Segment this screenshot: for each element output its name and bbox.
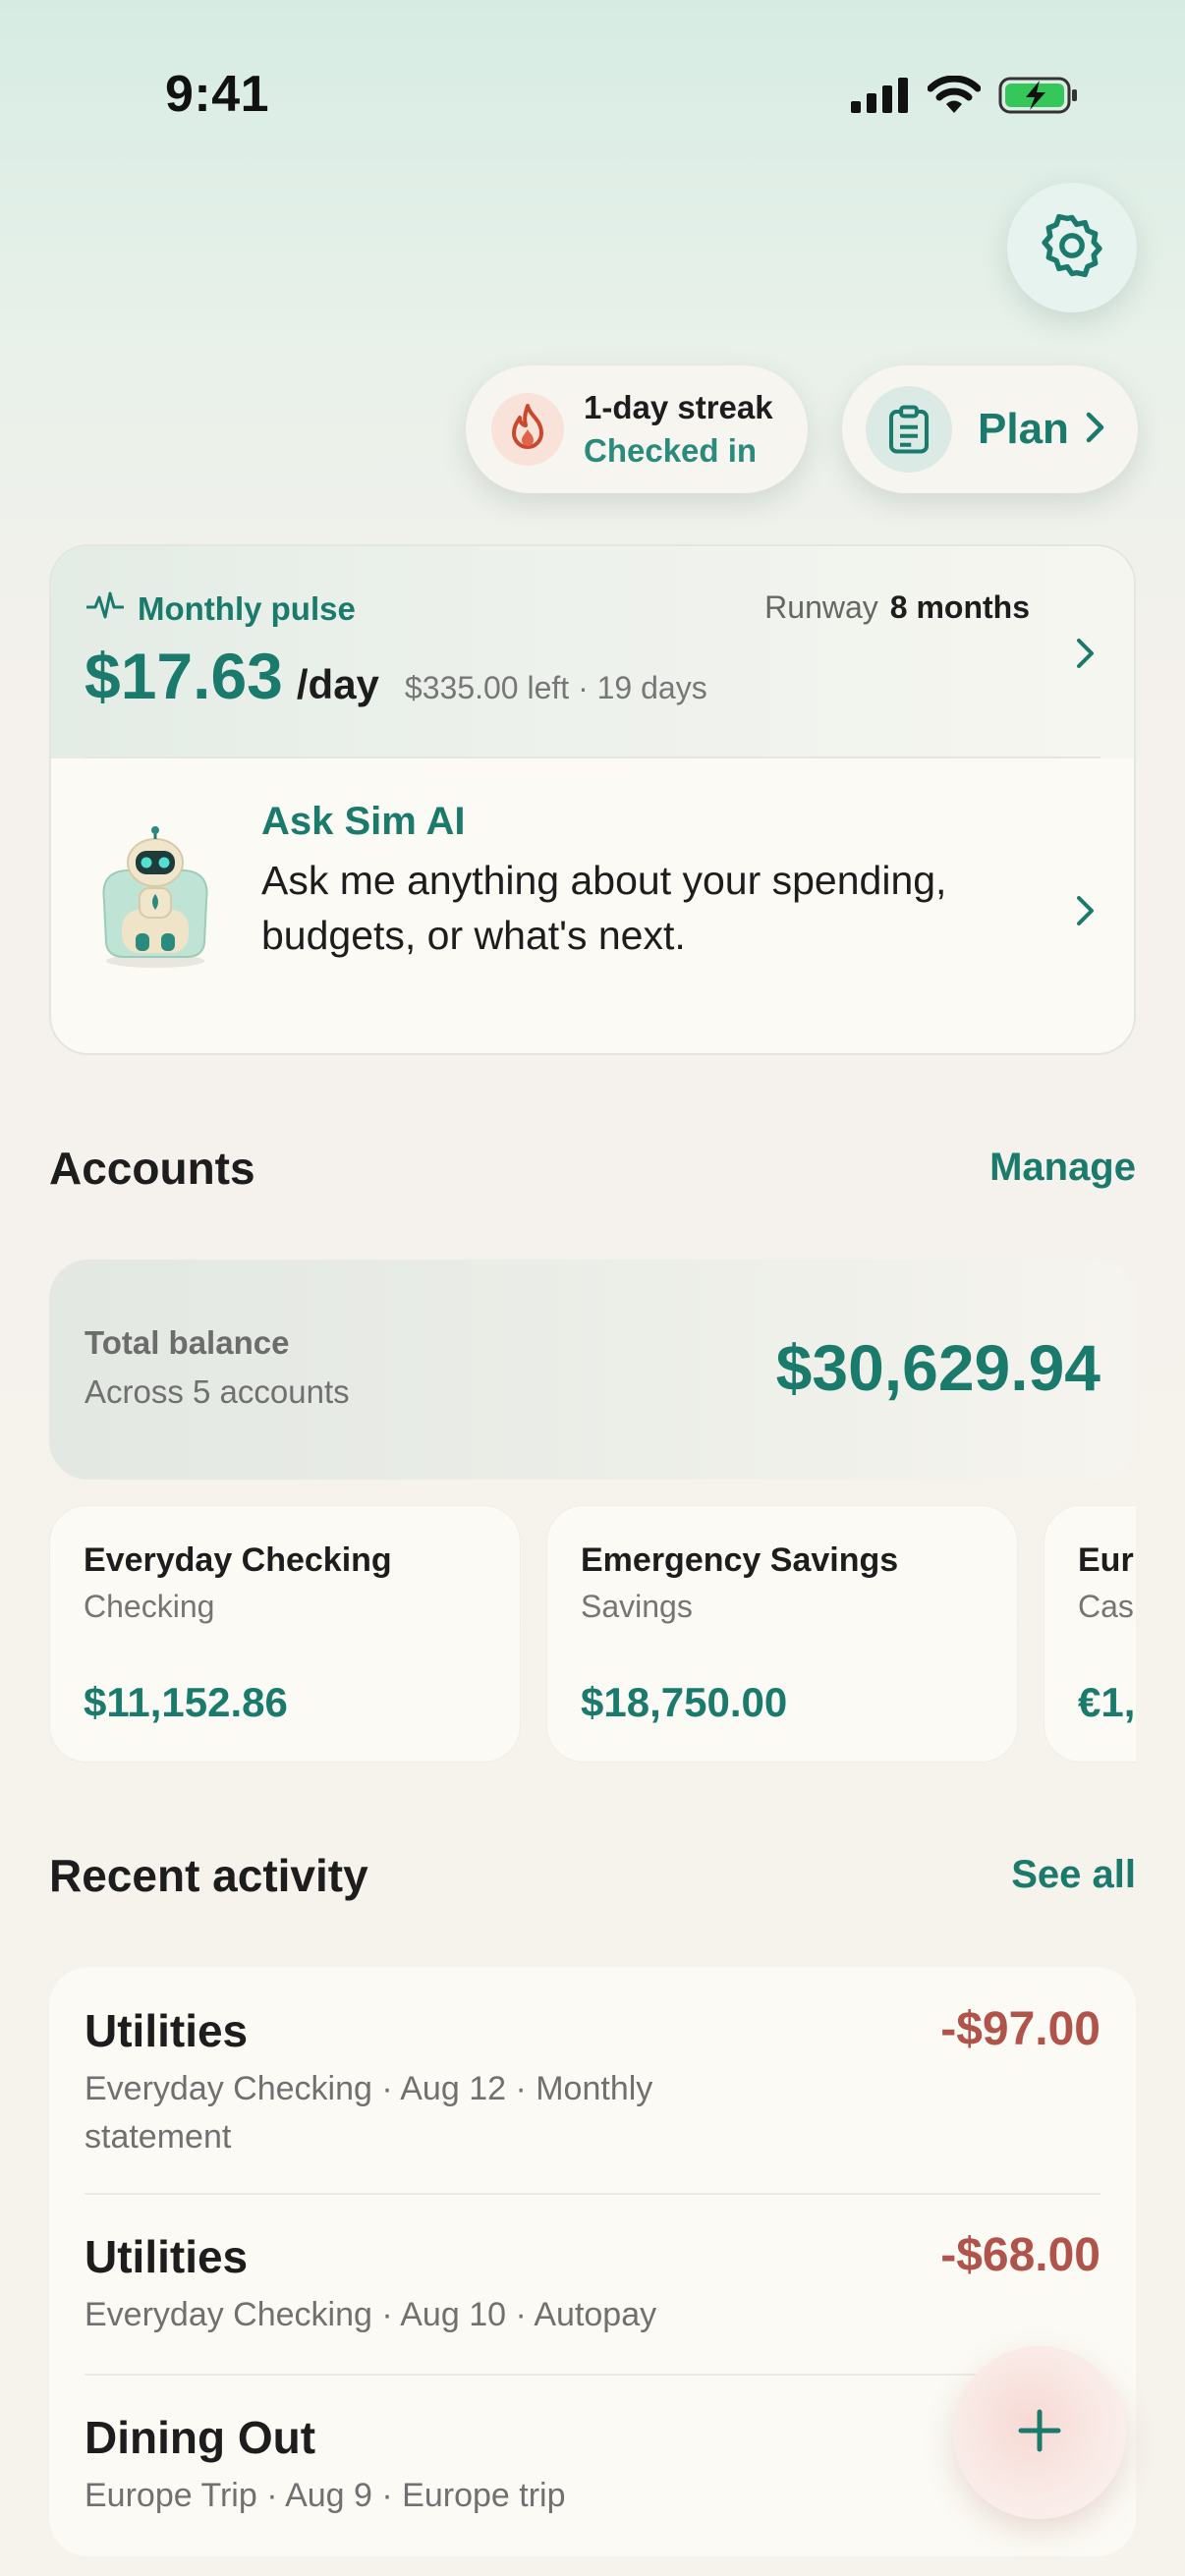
account-name: Everyday Checking <box>84 1541 392 1579</box>
flame-icon <box>491 393 564 466</box>
transaction-name: Utilities <box>85 2005 249 2056</box>
chevron-right-icon <box>1085 411 1106 449</box>
battery-charging-icon <box>998 75 1079 121</box>
daily-allowance: $17.63 <box>85 640 283 712</box>
total-balance-card[interactable]: Total balance Across 5 accounts $30,629.… <box>49 1260 1136 1480</box>
chevron-right-icon[interactable] <box>1075 894 1097 932</box>
transaction-name: Utilities <box>85 2231 249 2282</box>
see-all-link[interactable]: See all <box>1011 1853 1136 1897</box>
runway: Runway 8 months <box>764 589 1030 626</box>
account-card[interactable]: Everyday Checking Checking $11,152.86 <box>49 1505 521 1763</box>
total-balance-subtitle: Across 5 accounts <box>85 1373 350 1410</box>
clipboard-icon <box>866 386 952 473</box>
add-transaction-button[interactable] <box>953 2346 1126 2519</box>
plus-icon <box>1017 2408 1062 2458</box>
plan-label: Plan <box>978 405 1069 453</box>
pulse-label: Monthly pulse <box>138 589 356 627</box>
account-name: Emergency Savings <box>581 1541 899 1579</box>
account-type: Savings <box>581 1589 693 1624</box>
robot-mascot-icon <box>86 823 224 971</box>
streak-pill[interactable]: 1-day streak Checked in <box>466 365 808 493</box>
account-balance: €1, <box>1078 1679 1136 1725</box>
monthly-pulse-card: Monthly pulse Runway 8 months $17.63 /day… <box>49 544 1136 1055</box>
transaction-amount: -$97.00 <box>940 2003 1100 2055</box>
account-type: Checking <box>84 1589 215 1624</box>
account-card[interactable]: Eur Cas €1, <box>1044 1505 1136 1763</box>
wifi-icon <box>927 75 982 120</box>
ask-ai-title[interactable]: Ask Sim AI <box>261 800 465 844</box>
total-balance-label: Total balance <box>85 1324 290 1361</box>
streak-title: 1-day streak <box>584 389 773 425</box>
chevron-right-icon[interactable] <box>1075 637 1097 675</box>
manage-link[interactable]: Manage <box>989 1146 1136 1190</box>
account-type: Cas <box>1078 1589 1134 1624</box>
pulse-meta: $335.00 left · 19 days <box>404 670 707 705</box>
transaction-amount: -$68.00 <box>940 2229 1100 2281</box>
status-icons <box>851 75 1079 121</box>
transaction-name: Dining Out <box>85 2412 316 2463</box>
divider <box>85 756 1100 758</box>
account-name: Eur <box>1078 1541 1134 1579</box>
streak-subtitle: Checked in <box>584 432 758 469</box>
gear-icon <box>1037 210 1107 286</box>
transaction-meta: Everyday Checking · Aug 12 · Monthly sta… <box>85 2070 653 2156</box>
accounts-title: Accounts <box>49 1143 255 1194</box>
recent-activity-title: Recent activity <box>49 1850 368 1901</box>
pulse-amount-row: $17.63 /day $335.00 left · 19 days <box>85 639 707 713</box>
total-balance-value: $30,629.94 <box>775 1331 1100 1404</box>
daily-unit: /day <box>296 661 379 707</box>
cellular-signal-icon <box>851 78 910 118</box>
account-balance: $11,152.86 <box>84 1679 288 1725</box>
account-balance: $18,750.00 <box>581 1679 788 1725</box>
pulse-header: Monthly pulse <box>85 589 356 628</box>
accounts-carousel[interactable]: Everyday Checking Checking $11,152.86 Em… <box>49 1505 1136 1763</box>
heartbeat-icon <box>85 589 125 628</box>
runway-label: Runway <box>764 589 878 625</box>
plan-button[interactable]: Plan <box>842 365 1138 493</box>
account-card[interactable]: Emergency Savings Savings $18,750.00 <box>546 1505 1018 1763</box>
transaction-row[interactable]: Utilities Everyday Checking · Aug 12 · M… <box>49 1967 1136 2195</box>
transaction-row[interactable]: Utilities Everyday Checking · Aug 10 · A… <box>49 2195 1136 2376</box>
runway-value: 8 months <box>889 589 1030 625</box>
transaction-meta: Everyday Checking · Aug 10 · Autopay <box>85 2296 657 2333</box>
transaction-meta: Europe Trip · Aug 9 · Europe trip <box>85 2477 566 2514</box>
ask-ai-text: Ask me anything about your spending, bud… <box>261 858 947 958</box>
settings-button[interactable] <box>1007 183 1137 312</box>
status-time: 9:41 <box>165 66 270 123</box>
